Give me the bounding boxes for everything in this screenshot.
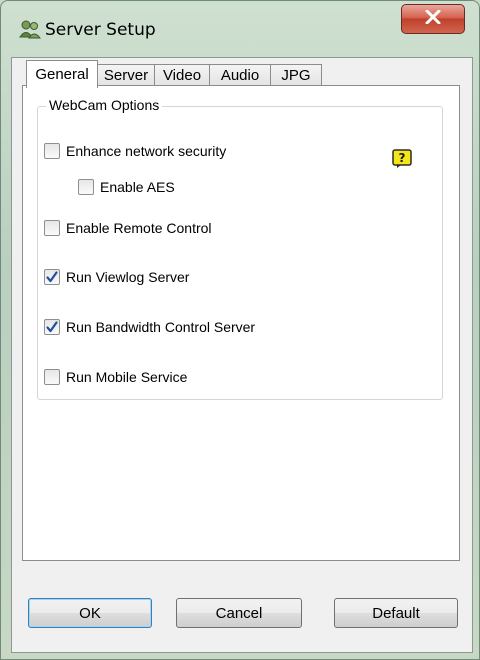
tab-video[interactable]: Video — [154, 64, 210, 86]
checkmark-icon — [46, 271, 58, 283]
server-setup-icon — [19, 20, 42, 40]
general-tab-panel: WebCam Options Enhance network security … — [22, 85, 460, 561]
webcam-options-group: WebCam Options Enhance network security … — [37, 97, 443, 400]
checkbox-label: Run Mobile Service — [66, 369, 188, 385]
checkbox[interactable] — [44, 269, 60, 285]
tab-label: Server — [103, 67, 149, 84]
checkbox[interactable] — [78, 179, 94, 195]
option-run-mobile-service[interactable]: Run Mobile Service — [44, 369, 187, 385]
checkbox[interactable] — [44, 369, 60, 385]
group-legend: WebCam Options — [46, 97, 163, 113]
button-label: Default — [372, 604, 420, 622]
close-button[interactable] — [401, 4, 465, 34]
cancel-button[interactable]: Cancel — [176, 598, 302, 628]
checkbox[interactable] — [44, 143, 60, 159]
svg-text:?: ? — [399, 151, 406, 165]
checkmark-icon — [46, 321, 58, 333]
tab-label: JPG — [281, 67, 311, 84]
checkbox[interactable] — [44, 319, 60, 335]
button-label: OK — [79, 604, 101, 622]
tab-server[interactable]: Server — [97, 64, 155, 86]
tab-label: Audio — [220, 67, 260, 84]
tab-label: Video — [162, 67, 202, 84]
tab-audio[interactable]: Audio — [209, 64, 271, 86]
checkbox-label: Run Viewlog Server — [66, 269, 190, 285]
tab-general[interactable]: General — [26, 60, 98, 88]
title-bar[interactable]: Server Setup — [1, 1, 479, 47]
tab-label: General — [35, 66, 89, 83]
option-enhance-network-security[interactable]: Enhance network security — [44, 143, 226, 159]
option-run-viewlog-server[interactable]: Run Viewlog Server — [44, 269, 189, 285]
server-setup-window: Server Setup General Server Video Audio — [0, 0, 480, 660]
tab-jpg[interactable]: JPG — [270, 64, 322, 86]
option-enable-aes[interactable]: Enable AES — [78, 179, 175, 195]
checkbox-label: Enable Remote Control — [66, 220, 212, 236]
checkbox-label: Run Bandwidth Control Server — [66, 319, 256, 335]
option-enable-remote-control[interactable]: Enable Remote Control — [44, 220, 212, 236]
ok-button[interactable]: OK — [28, 598, 152, 628]
default-button[interactable]: Default — [334, 598, 458, 628]
dialog-content: General Server Video Audio JPG WebCam Op… — [11, 57, 473, 653]
help-icon[interactable]: ? — [392, 149, 412, 169]
window-title: Server Setup — [45, 20, 156, 40]
checkbox[interactable] — [44, 220, 60, 236]
option-run-bandwidth-control-server[interactable]: Run Bandwidth Control Server — [44, 319, 255, 335]
checkbox-label: Enable AES — [100, 179, 175, 195]
button-label: Cancel — [215, 604, 263, 622]
checkbox-label: Enhance network security — [66, 143, 227, 159]
close-icon — [425, 9, 441, 29]
